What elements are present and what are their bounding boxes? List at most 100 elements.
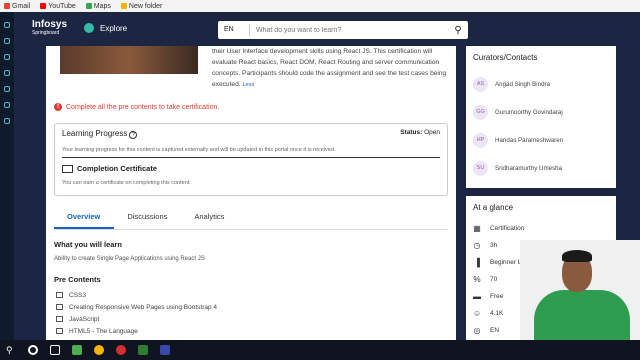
module-icon — [56, 328, 63, 334]
glance-label: 70 — [490, 276, 498, 283]
module-icon — [56, 304, 63, 310]
curators-title: Curators/Contacts — [473, 53, 538, 62]
avatar: AS — [473, 76, 488, 92]
app-icon[interactable] — [160, 345, 170, 355]
toolbar-icon[interactable] — [4, 118, 10, 124]
glance-row: ▦ Certification — [473, 220, 609, 237]
presenter-hair — [562, 250, 592, 262]
youtube-icon — [40, 3, 47, 9]
toolbar-icon[interactable] — [4, 54, 10, 60]
main-content: their User Interface development skills … — [46, 46, 456, 340]
module-icon — [56, 292, 63, 298]
people-icon: ☺ — [473, 308, 482, 318]
curator-name: Angad Singh Bindra — [495, 80, 551, 88]
status-label: Status: — [400, 129, 423, 136]
app-icon[interactable] — [72, 345, 82, 355]
left-toolbar — [0, 12, 14, 340]
status: Status: Open — [400, 129, 440, 139]
bookmark-new-folder[interactable]: New folder — [120, 2, 163, 10]
course-description: their User Interface development skills … — [212, 46, 448, 91]
pre-content-item[interactable]: HTML5 - The Language — [56, 325, 217, 337]
bookmark-label: New folder — [128, 2, 163, 10]
curator-item[interactable]: SU Sridharamurthy Umesha — [473, 154, 609, 182]
taskbar: ⚲ — [0, 340, 640, 360]
bookmark-label: Maps — [93, 2, 111, 10]
bookmark-gmail[interactable]: Gmail — [4, 3, 30, 10]
progress-title: Learning Progress? — [62, 129, 138, 139]
pre-content-label: JavaScript — [69, 315, 100, 323]
folder-icon — [120, 3, 127, 9]
certificate-heading: Completion Certificate — [62, 164, 440, 173]
grid-icon: ▦ — [473, 223, 481, 233]
bookmark-youtube[interactable]: YouTube — [40, 3, 76, 10]
percent-icon: % — [473, 274, 481, 284]
avatar: HP — [473, 132, 488, 148]
toolbar-icon[interactable] — [4, 86, 10, 92]
curator-item[interactable]: GG Gurumoorthy Govindaraj — [473, 98, 609, 126]
tab-analytics[interactable]: Analytics — [181, 209, 238, 229]
bookmark-maps[interactable]: Maps — [85, 2, 111, 10]
bookmark-label: Gmail — [12, 2, 31, 10]
search-bar: EN ⚲ — [218, 21, 468, 39]
certificate-icon — [62, 164, 73, 173]
toolbar-icon[interactable] — [4, 38, 10, 44]
chrome-icon[interactable] — [94, 345, 104, 355]
pre-content-label: HTML5 - The Language — [69, 327, 138, 335]
tab-overview[interactable]: Overview — [54, 209, 115, 229]
learning-progress-card: Learning Progress? Status: Open Your lea… — [54, 123, 448, 196]
content-tabs: Overview Discussions Analytics — [54, 209, 448, 230]
glance-label: Free — [490, 293, 504, 300]
less-link[interactable]: Less — [242, 82, 254, 88]
pre-content-item[interactable]: JavaScript — [56, 313, 217, 325]
cortana-icon[interactable] — [28, 345, 38, 355]
search-icon[interactable]: ⚲ — [448, 25, 468, 36]
pre-contents-list: CSS3 Creating Responsive Web Pages using… — [56, 289, 217, 337]
bookmarks-bar: Gmail YouTube Maps New folder — [0, 0, 640, 12]
module-icon — [56, 316, 63, 322]
gmail-icon — [4, 3, 10, 9]
logo-subtext: Springboard — [32, 30, 60, 36]
pre-content-label: CSS3 — [69, 291, 86, 299]
certificate-title: Completion Certificate — [77, 164, 158, 173]
pre-content-item[interactable]: CSS3 — [56, 289, 217, 301]
certificate-note: You can earn a certificate on completing… — [62, 180, 191, 186]
explore-link[interactable]: Explore — [84, 23, 127, 33]
infosys-logo[interactable]: Infosys Springboard — [32, 20, 67, 38]
status-value: Open — [424, 129, 440, 136]
progress-title-text: Learning Progress — [62, 129, 128, 138]
glance-label: EN — [490, 327, 500, 334]
pre-content-item[interactable]: Creating Responsive Web Pages using Boot… — [56, 301, 217, 313]
compass-icon — [84, 23, 94, 33]
alert-icon: ! — [54, 103, 62, 111]
clock-icon: ◷ — [473, 240, 481, 250]
help-icon[interactable]: ? — [129, 131, 138, 139]
toolbar-icon[interactable] — [4, 102, 10, 108]
task-view-icon[interactable] — [50, 345, 60, 355]
toolbar-icon[interactable] — [4, 70, 10, 76]
certification-warning: ! Complete all the pre contents to take … — [54, 103, 219, 111]
tab-discussions[interactable]: Discussions — [114, 209, 181, 229]
curator-name: Haridas Parameshwaren — [495, 136, 564, 144]
document-icon[interactable] — [138, 345, 148, 355]
language-select[interactable]: EN — [218, 24, 250, 36]
curator-name: Sridharamurthy Umesha — [495, 164, 563, 172]
curator-item[interactable]: AS Angad Singh Bindra — [473, 70, 609, 98]
record-icon[interactable] — [116, 345, 126, 355]
progress-note: Your learning progress for this content … — [62, 147, 440, 158]
globe-icon: ◎ — [473, 325, 481, 335]
avatar: SU — [473, 160, 488, 176]
curators-card: Curators/Contacts AS Angad Singh Bindra G… — [466, 46, 616, 188]
pre-content-label: Creating Responsive Web Pages using Boot… — [69, 303, 218, 311]
wallet-icon: ▬ — [473, 291, 481, 301]
toolbar-icon[interactable] — [4, 22, 10, 28]
maps-icon — [85, 3, 92, 9]
learn-text: Ability to create Single Page Applicatio… — [54, 256, 205, 262]
search-input[interactable] — [250, 26, 448, 34]
learn-title: What you will learn — [54, 240, 122, 249]
presenter-body — [534, 290, 630, 340]
top-nav: InfosysSpringboard Explore EN ⚲ — [14, 12, 640, 46]
search-icon[interactable]: ⚲ — [6, 345, 16, 355]
curator-item[interactable]: HP Haridas Parameshwaren — [473, 126, 609, 154]
explore-label: Explore — [100, 23, 128, 33]
avatar: GG — [473, 104, 488, 120]
